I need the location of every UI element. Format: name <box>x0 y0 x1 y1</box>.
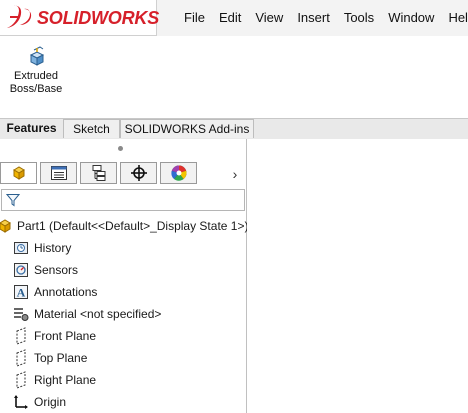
tree-item-sensors[interactable]: Sensors <box>12 259 78 281</box>
display-manager-tab[interactable] <box>160 162 197 184</box>
tab-sketch[interactable]: Sketch <box>63 119 120 138</box>
plane-icon <box>12 371 30 389</box>
tab-solidworks-add-ins[interactable]: SOLIDWORKS Add-ins <box>120 119 254 138</box>
annotations-icon: A <box>12 283 30 301</box>
tree-root-part[interactable]: Part1 (Default<<Default>_Display State 1… <box>0 215 248 237</box>
configurationmanager-tab[interactable] <box>80 162 117 184</box>
graphics-area[interactable] <box>247 139 468 413</box>
tree-item-top-plane[interactable]: Top Plane <box>12 347 87 369</box>
manager-tabs: › <box>0 162 246 186</box>
extruded-boss-icon <box>29 46 45 66</box>
tree-item-label: Sensors <box>34 263 79 277</box>
tab-features[interactable]: Features <box>0 119 63 138</box>
display-manager-icon <box>170 165 187 181</box>
part-icon <box>0 217 14 235</box>
tree-item-label: History <box>34 241 72 255</box>
featuremanager-tab[interactable] <box>0 162 37 184</box>
tree-root-label: Part1 (Default<<Default>_Display State 1… <box>17 219 249 233</box>
panel-collapse-handle[interactable] <box>118 146 123 151</box>
command-manager: Extruded Boss/Base <box>0 36 468 119</box>
tree-item-label: Right Plane <box>34 373 97 387</box>
tree-filter[interactable] <box>1 189 245 211</box>
solidworks-logo[interactable]: SOLIDWORKS <box>0 0 159 36</box>
extruded-boss-base-button[interactable]: Extruded Boss/Base <box>6 46 66 112</box>
tree-item-label: Annotations <box>34 285 98 299</box>
propertymanager-icon <box>50 166 67 180</box>
tree-item-front-plane[interactable]: Front Plane <box>12 325 96 347</box>
featuremanager-icon <box>12 166 25 180</box>
tree-item-origin[interactable]: Origin <box>12 391 66 413</box>
command-tabs: Features Sketch SOLIDWORKS Add-ins <box>0 119 468 139</box>
svg-text:A: A <box>17 286 26 300</box>
sensors-icon <box>12 261 30 279</box>
configurationmanager-icon <box>92 165 105 181</box>
origin-icon <box>12 393 30 411</box>
menu-window[interactable]: Window <box>381 10 441 25</box>
plane-icon <box>12 327 30 345</box>
filter-icon <box>6 194 20 207</box>
menu-edit[interactable]: Edit <box>212 10 248 25</box>
menu-insert[interactable]: Insert <box>290 10 337 25</box>
menu-tools[interactable]: Tools <box>337 10 381 25</box>
tree-item-right-plane[interactable]: Right Plane <box>12 369 96 391</box>
chevron-right-icon[interactable]: › <box>228 165 242 183</box>
menu-help[interactable]: Help <box>441 10 468 25</box>
tree-item-label: Material <not specified> <box>34 307 162 321</box>
featuremanager-panel: › Part1 (Default<<Default>_Display State… <box>0 139 248 413</box>
menu-file[interactable]: File <box>170 10 212 25</box>
title-bar: SOLIDWORKS File Edit View Insert Tools W… <box>0 0 468 36</box>
tree-item-label: Front Plane <box>34 329 97 343</box>
dimxpert-icon <box>130 165 147 181</box>
material-icon <box>12 305 30 323</box>
propertymanager-tab[interactable] <box>40 162 77 184</box>
extruded-label-line2: Boss/Base <box>9 83 63 95</box>
tree-item-history[interactable]: History <box>12 237 71 259</box>
menu-view[interactable]: View <box>248 10 290 25</box>
ds-logo-icon <box>7 5 32 28</box>
tree-item-label: Origin <box>34 395 67 409</box>
plane-icon <box>12 349 30 367</box>
dimxpert-tab[interactable] <box>120 162 157 184</box>
history-icon <box>12 239 30 257</box>
tree-item-annotations[interactable]: A Annotations <box>12 281 97 303</box>
tree-item-label: Top Plane <box>34 351 88 365</box>
tree-item-material[interactable]: Material <not specified> <box>12 303 161 325</box>
extruded-label-line1: Extruded <box>13 70 59 82</box>
brand-name: SOLIDWORKS <box>37 8 159 28</box>
menu-bar: File Edit View Insert Tools Window Help <box>170 0 468 34</box>
